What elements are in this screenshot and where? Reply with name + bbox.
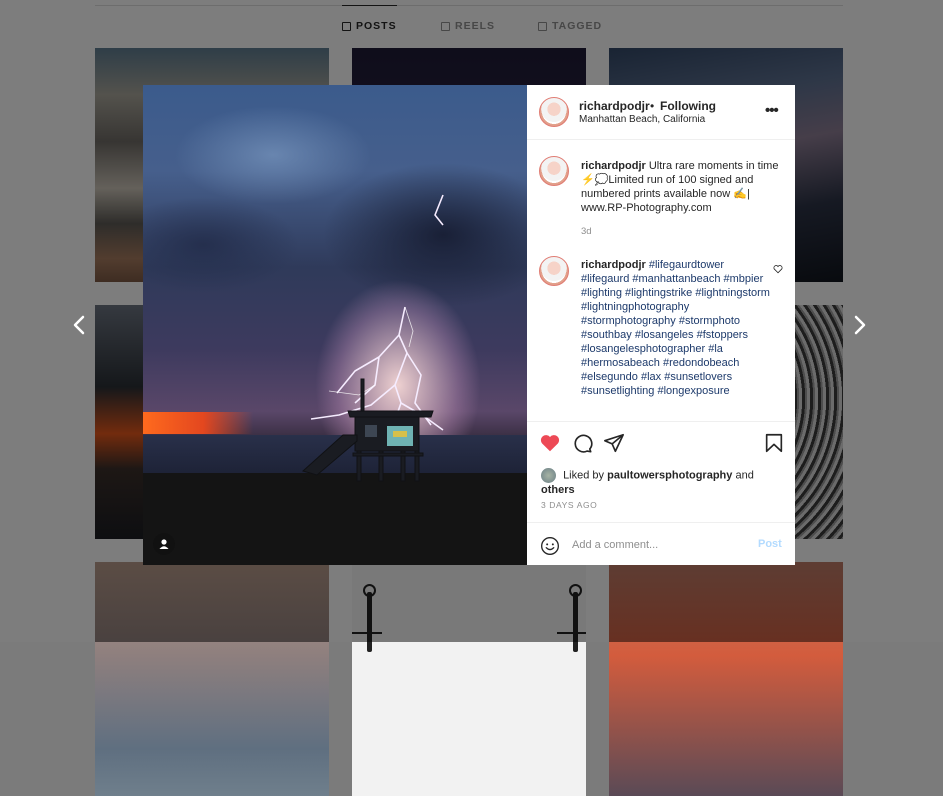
post-photo[interactable] xyxy=(143,85,527,565)
avatar[interactable] xyxy=(539,97,569,127)
hashtag-link[interactable]: #longexposure xyxy=(657,385,729,397)
hashtag-link[interactable]: #elsegundo xyxy=(581,371,638,383)
hashtag-link[interactable]: #manhattanbeach xyxy=(632,273,720,285)
previous-post-arrow-icon[interactable] xyxy=(66,311,94,339)
comment-input[interactable] xyxy=(572,535,742,555)
liker-avatar[interactable] xyxy=(541,468,556,483)
post-side-panel: richardpodjr • Following Manhattan Beach… xyxy=(527,85,795,565)
hashtag-link[interactable]: #lifegaurd xyxy=(581,273,629,285)
hashtag-link[interactable]: #mbpier xyxy=(724,273,764,285)
liker-username[interactable]: paultowersphotography xyxy=(607,469,732,481)
hashtag-link[interactable]: #losangeles xyxy=(635,329,694,341)
following-button[interactable]: Following xyxy=(660,99,716,113)
liked-by-prefix: Liked by xyxy=(563,469,605,482)
hashtag-link[interactable]: #redondobeach xyxy=(663,357,739,369)
avatar[interactable] xyxy=(539,256,569,286)
heart-icon[interactable] xyxy=(539,432,561,454)
hashtag-link[interactable]: #lightingstrike xyxy=(625,287,692,299)
hashtag-link[interactable]: #southbay xyxy=(581,329,632,341)
comment-like-heart-icon[interactable] xyxy=(773,264,783,274)
bookmark-icon[interactable] xyxy=(763,432,785,454)
hashtag-link[interactable]: #losangelesphotographer xyxy=(581,343,705,355)
post-header: richardpodjr • Following Manhattan Beach… xyxy=(527,85,795,140)
hashtag-comment: richardpodjr #lifegaurdtower #lifegaurd … xyxy=(581,258,771,398)
tagged-users-button[interactable] xyxy=(153,533,175,555)
hashtag-link[interactable]: #stormphoto xyxy=(679,315,740,327)
likes-others-link[interactable]: others xyxy=(541,484,575,496)
avatar[interactable] xyxy=(539,156,569,186)
post-timestamp[interactable]: 3 DAYS AGO xyxy=(541,500,597,510)
lightning-and-tower-illustration xyxy=(301,194,444,482)
likes-summary: Liked by paultowersphotography and other… xyxy=(541,468,786,497)
hashtag-link[interactable]: #lightningphotography xyxy=(581,301,689,313)
hashtag-link[interactable]: #sunsetlighting xyxy=(581,385,654,397)
hashtag-link[interactable]: #lightningstorm xyxy=(695,287,770,299)
share-icon[interactable] xyxy=(603,432,625,454)
hashtag-link[interactable]: #sunsetlovers xyxy=(664,371,732,383)
location-link[interactable]: Manhattan Beach, California xyxy=(579,114,705,125)
comment-icon[interactable] xyxy=(571,432,593,454)
comment-username[interactable]: richardpodjr xyxy=(581,259,646,271)
header-separator: • xyxy=(650,99,655,113)
caption-username[interactable]: richardpodjr xyxy=(581,160,646,172)
hashtag-link[interactable]: #stormphotography xyxy=(581,315,676,327)
hashtag-link[interactable]: #lax xyxy=(641,371,661,383)
liked-by-joiner: and xyxy=(735,469,754,482)
emoji-icon[interactable] xyxy=(540,536,560,556)
next-post-arrow-icon[interactable] xyxy=(846,311,874,339)
hashtag-link[interactable]: #fstoppers xyxy=(697,329,748,341)
caption-age: 3d xyxy=(581,226,592,237)
hashtag-list: #lifegaurdtower #lifegaurd #manhattanbea… xyxy=(581,259,770,397)
post-comment-button[interactable]: Post xyxy=(758,538,782,550)
hashtag-link[interactable]: #hermosabeach xyxy=(581,357,660,369)
header-username[interactable]: richardpodjr xyxy=(579,99,650,113)
more-horizontal-icon[interactable]: ••• xyxy=(765,102,783,120)
post-caption: richardpodjr Ultra rare moments in time … xyxy=(581,159,786,215)
hashtag-link[interactable]: #la xyxy=(708,343,723,355)
hashtag-link[interactable]: #lifegaurdtower xyxy=(649,259,724,271)
add-comment-bar: Post xyxy=(527,522,795,567)
post-actions: Liked by paultowersphotography and other… xyxy=(527,421,795,566)
hashtag-link[interactable]: #lighting xyxy=(581,287,622,299)
user-icon xyxy=(159,539,169,549)
post-modal: richardpodjr • Following Manhattan Beach… xyxy=(143,85,795,565)
comments-section[interactable]: richardpodjr Ultra rare moments in time … xyxy=(527,140,795,420)
